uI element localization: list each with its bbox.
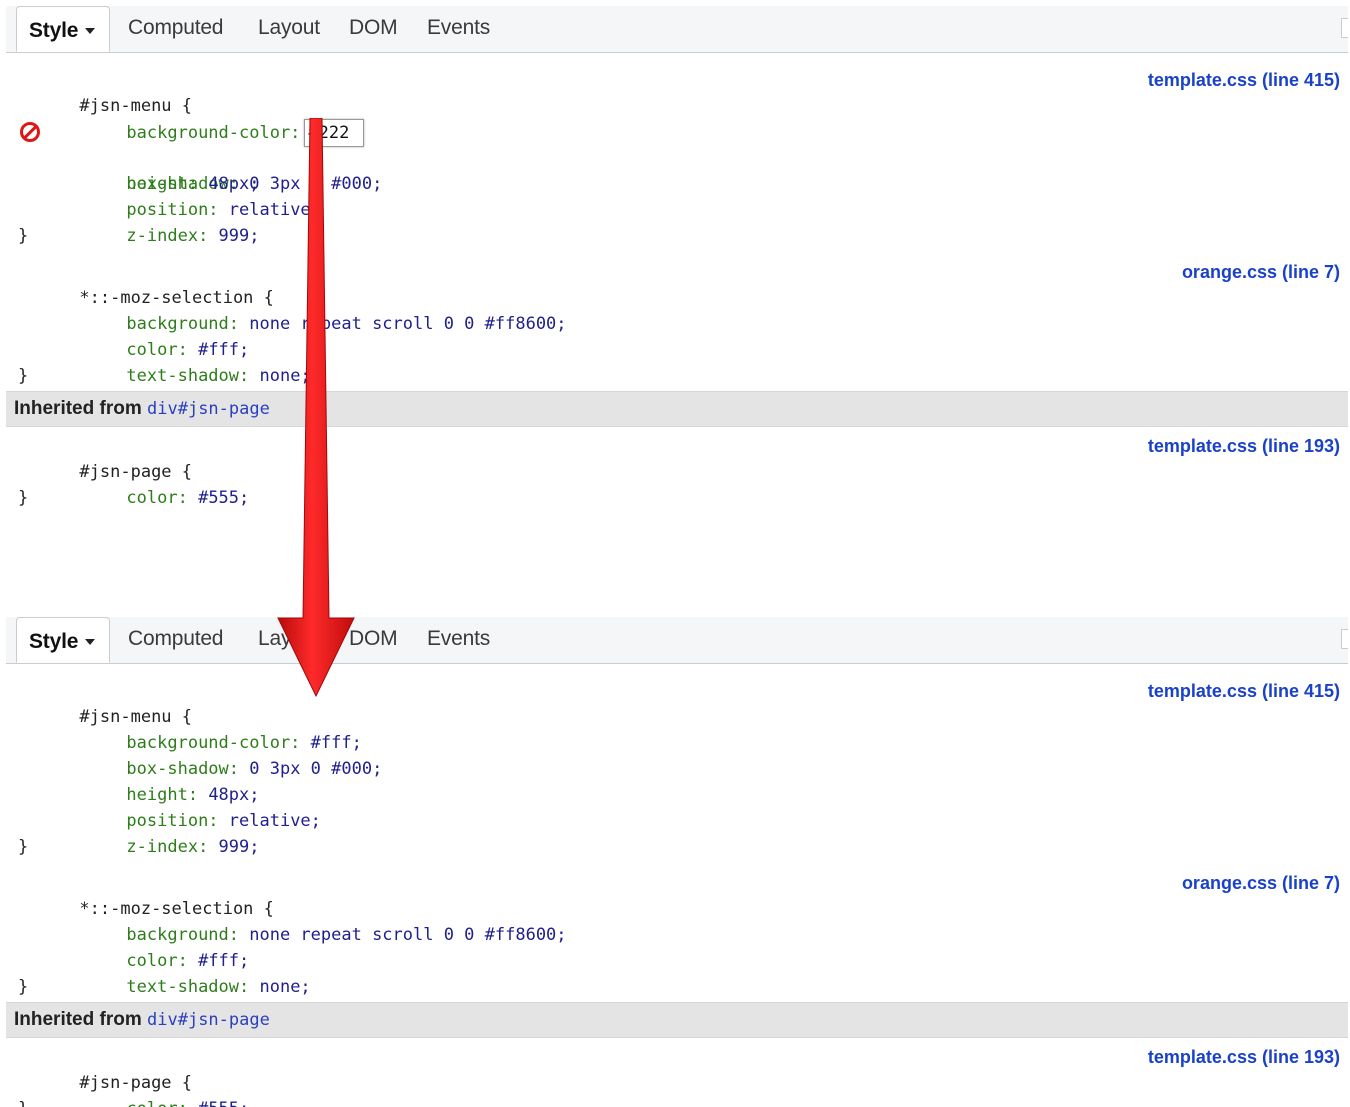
tab-events[interactable]: Events [427, 627, 490, 651]
declaration[interactable]: color: #555; [6, 459, 1348, 508]
declaration[interactable]: text-shadow: none; [6, 948, 1348, 997]
inherited-element-link[interactable]: div#jsn-page [147, 1010, 270, 1030]
css-rule: #jsn-menu { template.css (line 415) back… [6, 67, 1348, 249]
tab-layout[interactable]: Layout [258, 627, 320, 651]
rule-close-brace: } [6, 1096, 1348, 1107]
tab-computed[interactable]: Computed [128, 627, 223, 651]
declaration[interactable]: position: relative; [6, 782, 1348, 831]
tab-dom[interactable]: DOM [349, 16, 398, 40]
tab-style[interactable]: Style [16, 6, 111, 52]
declaration[interactable]: background: none repeat scroll 0 0 #ff86… [6, 896, 1348, 945]
declaration[interactable]: color: #fff; [6, 922, 1348, 971]
declaration[interactable]: z-index: 999; [6, 808, 1348, 857]
declaration[interactable]: background: none repeat scroll 0 0 #ff86… [6, 285, 1348, 334]
css-rule: *::-moz-selection { orange.css (line 7) … [6, 870, 1348, 1000]
tab-layout[interactable]: Layout [258, 16, 320, 40]
tab-style[interactable]: Style [16, 617, 111, 663]
css-rule: #jsn-page { template.css (line 193) colo… [6, 433, 1348, 511]
rule-close-brace: } [18, 366, 29, 386]
style-panel-after: Style Computed Layout DOM Events #jsn-me… [6, 617, 1348, 1107]
declaration[interactable]: height: 48px; [6, 756, 1348, 805]
disabled-declaration-icon[interactable] [20, 122, 40, 142]
declaration[interactable]: z-index: 999; [6, 197, 1348, 246]
rule-source-link[interactable]: template.css (line 193) [1148, 1044, 1340, 1070]
rule-selector-line: *::-moz-selection { orange.css (line 7) [6, 259, 1348, 308]
style-panel-before: Style Computed Layout DOM Events #jsn-me… [6, 6, 1348, 508]
inherited-header: Inherited from div#jsn-page [6, 1002, 1348, 1038]
declaration[interactable]: position: relative; [6, 171, 1348, 220]
rule-close-brace: } [18, 837, 29, 857]
tab-bar: Style Computed Layout DOM Events [6, 6, 1348, 53]
tabbar-overflow [1341, 18, 1348, 38]
declaration[interactable]: color: #fff; [6, 311, 1348, 360]
tab-dom[interactable]: DOM [349, 627, 398, 651]
css-rule: #jsn-page { template.css (line 193) colo… [6, 1044, 1348, 1107]
declaration[interactable]: background-color: #222 [6, 93, 1348, 147]
rule-selector-line: #jsn-page { template.css (line 193) [6, 433, 1348, 482]
rule-source-link[interactable]: template.css (line 415) [1148, 67, 1340, 93]
caret-down-icon[interactable] [85, 639, 96, 645]
rule-source-link[interactable]: orange.css (line 7) [1182, 259, 1340, 285]
css-rule: *::-moz-selection { orange.css (line 7) … [6, 259, 1348, 389]
tab-events[interactable]: Events [427, 16, 490, 40]
tab-style-label: Style [29, 630, 79, 653]
rule-selector-line: *::-moz-selection { orange.css (line 7) [6, 870, 1348, 919]
declaration[interactable]: text-shadow: none; [6, 337, 1348, 386]
declaration[interactable]: background-color: #fff; [6, 704, 1348, 753]
inherited-element-link[interactable]: div#jsn-page [147, 399, 270, 419]
tab-bar: Style Computed Layout DOM Events [6, 617, 1348, 664]
rule-close-brace: } [18, 488, 29, 508]
css-rule: #jsn-menu { template.css (line 415) back… [6, 678, 1348, 860]
tab-style-label: Style [29, 19, 79, 42]
rule-source-link[interactable]: template.css (line 193) [1148, 433, 1340, 459]
rule-source-link[interactable]: template.css (line 415) [1148, 678, 1340, 704]
caret-down-icon[interactable] [85, 28, 96, 34]
tabbar-overflow [1341, 629, 1348, 649]
rule-selector-line: #jsn-page { template.css (line 193) [6, 1044, 1348, 1093]
rule-source-link[interactable]: orange.css (line 7) [1182, 870, 1340, 896]
declaration-disabled[interactable]: box-shadow: 0 3px 0 #000; [6, 119, 1348, 194]
rule-close-brace: } [18, 226, 29, 246]
declaration[interactable]: height: 48px; [6, 145, 1348, 194]
rule-close-brace: } [18, 977, 29, 997]
tab-computed[interactable]: Computed [128, 16, 223, 40]
rule-selector-line: #jsn-menu { template.css (line 415) [6, 67, 1348, 116]
declaration[interactable]: box-shadow: 0 3px 0 #000; [6, 730, 1348, 779]
rule-selector-line: #jsn-menu { template.css (line 415) [6, 678, 1348, 727]
inherited-header: Inherited from div#jsn-page [6, 391, 1348, 427]
declaration[interactable]: color: #555; [6, 1070, 1348, 1107]
